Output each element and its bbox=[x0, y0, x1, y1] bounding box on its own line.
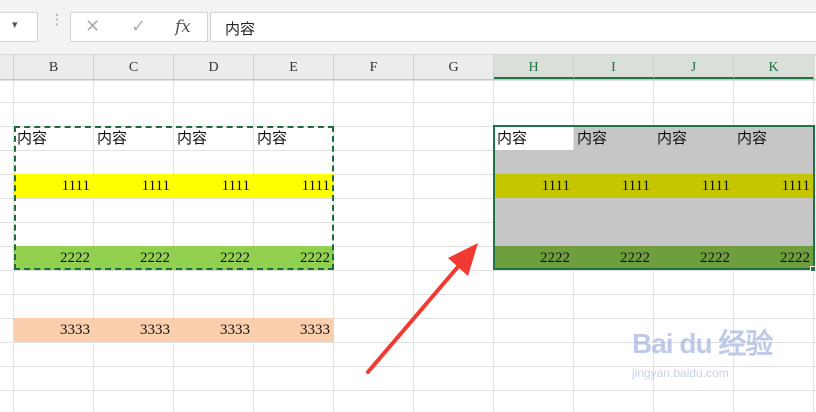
cancel-icon[interactable]: ✕ bbox=[85, 16, 100, 37]
pasted-empty-cell[interactable] bbox=[574, 222, 654, 246]
column-header-d[interactable]: D bbox=[174, 55, 254, 79]
pasted-header-cell[interactable]: 内容 bbox=[574, 126, 654, 150]
name-box-dropdown[interactable]: ▾ bbox=[0, 12, 38, 42]
watermark-brand: Bai du 经验 bbox=[632, 328, 773, 359]
column-header-b[interactable]: B bbox=[14, 55, 94, 79]
active-cell[interactable]: 内容 bbox=[494, 126, 574, 150]
source-cell-3333[interactable]: 3333 bbox=[94, 318, 174, 342]
source-cell-2222[interactable]: 2222 bbox=[174, 246, 254, 270]
formula-content: 内容 bbox=[225, 20, 256, 38]
pasted-cell-1111[interactable]: 1111 bbox=[654, 174, 734, 198]
insert-function-icon[interactable]: fx bbox=[175, 17, 191, 37]
pasted-cell-2222[interactable]: 2222 bbox=[654, 246, 734, 270]
column-header-e[interactable]: E bbox=[254, 55, 334, 79]
source-header-cell[interactable]: 内容 bbox=[254, 126, 334, 150]
grid-row-line bbox=[0, 102, 816, 103]
source-cell-1111[interactable]: 1111 bbox=[174, 174, 254, 198]
pasted-header-cell[interactable]: 内容 bbox=[734, 126, 814, 150]
source-cell-1111[interactable]: 1111 bbox=[94, 174, 174, 198]
baidu-jingyan-watermark: Bai du 经验 jingyan.baidu.com bbox=[618, 322, 778, 392]
column-header-i[interactable]: I bbox=[574, 55, 654, 79]
column-header-j[interactable]: J bbox=[654, 55, 734, 79]
watermark-url: jingyan.baidu.com bbox=[632, 366, 729, 380]
column-header-k[interactable]: K bbox=[734, 55, 814, 79]
source-cell-3333[interactable]: 3333 bbox=[254, 318, 334, 342]
column-header-f[interactable]: F bbox=[334, 55, 414, 79]
pasted-empty-cell[interactable] bbox=[734, 150, 814, 174]
formula-bar-buttons: ✕ ✓ fx bbox=[70, 12, 208, 42]
formula-bar: ▾ ⋮ ✕ ✓ fx 内容 bbox=[0, 0, 816, 55]
fill-handle[interactable] bbox=[810, 266, 816, 272]
pasted-cell-1111[interactable]: 1111 bbox=[494, 174, 574, 198]
pasted-empty-cell[interactable] bbox=[654, 150, 734, 174]
column-header-row: BCDEFGHIJK bbox=[0, 55, 816, 80]
source-header-cell[interactable]: 内容 bbox=[94, 126, 174, 150]
formula-input[interactable]: 内容 bbox=[210, 12, 816, 42]
pasted-cell-1111[interactable]: 1111 bbox=[734, 174, 814, 198]
pasted-empty-cell[interactable] bbox=[654, 198, 734, 222]
source-cell-2222[interactable]: 2222 bbox=[14, 246, 94, 270]
source-cell-2222[interactable]: 2222 bbox=[94, 246, 174, 270]
source-cell-3333[interactable]: 3333 bbox=[174, 318, 254, 342]
pasted-empty-cell[interactable] bbox=[494, 198, 574, 222]
column-header-c[interactable]: C bbox=[94, 55, 174, 79]
source-cell-1111[interactable]: 1111 bbox=[254, 174, 334, 198]
pasted-header-cell[interactable]: 内容 bbox=[654, 126, 734, 150]
pasted-empty-cell[interactable] bbox=[494, 150, 574, 174]
source-cell-3333[interactable]: 3333 bbox=[14, 318, 94, 342]
pasted-empty-cell[interactable] bbox=[734, 198, 814, 222]
pasted-empty-cell[interactable] bbox=[574, 198, 654, 222]
pasted-cell-2222[interactable]: 2222 bbox=[494, 246, 574, 270]
column-header-h[interactable]: H bbox=[494, 55, 574, 79]
grid-row-line bbox=[0, 294, 816, 295]
row-header-corner[interactable] bbox=[0, 55, 14, 79]
source-cell-2222[interactable]: 2222 bbox=[254, 246, 334, 270]
source-header-cell[interactable]: 内容 bbox=[14, 126, 94, 150]
pasted-cell-1111[interactable]: 1111 bbox=[574, 174, 654, 198]
pasted-cell-2222[interactable]: 2222 bbox=[734, 246, 814, 270]
column-header-g[interactable]: G bbox=[414, 55, 494, 79]
pasted-empty-cell[interactable] bbox=[494, 222, 574, 246]
chevron-down-icon: ▾ bbox=[12, 19, 18, 31]
enter-check-icon[interactable]: ✓ bbox=[131, 16, 146, 37]
grid-row-line bbox=[0, 80, 816, 81]
pasted-empty-cell[interactable] bbox=[734, 222, 814, 246]
pasted-empty-cell[interactable] bbox=[574, 150, 654, 174]
grid-row-line bbox=[0, 270, 816, 271]
formula-bar-grip-icon[interactable]: ⋮ bbox=[50, 12, 64, 36]
pasted-cell-2222[interactable]: 2222 bbox=[574, 246, 654, 270]
pasted-empty-cell[interactable] bbox=[654, 222, 734, 246]
source-cell-1111[interactable]: 1111 bbox=[14, 174, 94, 198]
source-header-cell[interactable]: 内容 bbox=[174, 126, 254, 150]
